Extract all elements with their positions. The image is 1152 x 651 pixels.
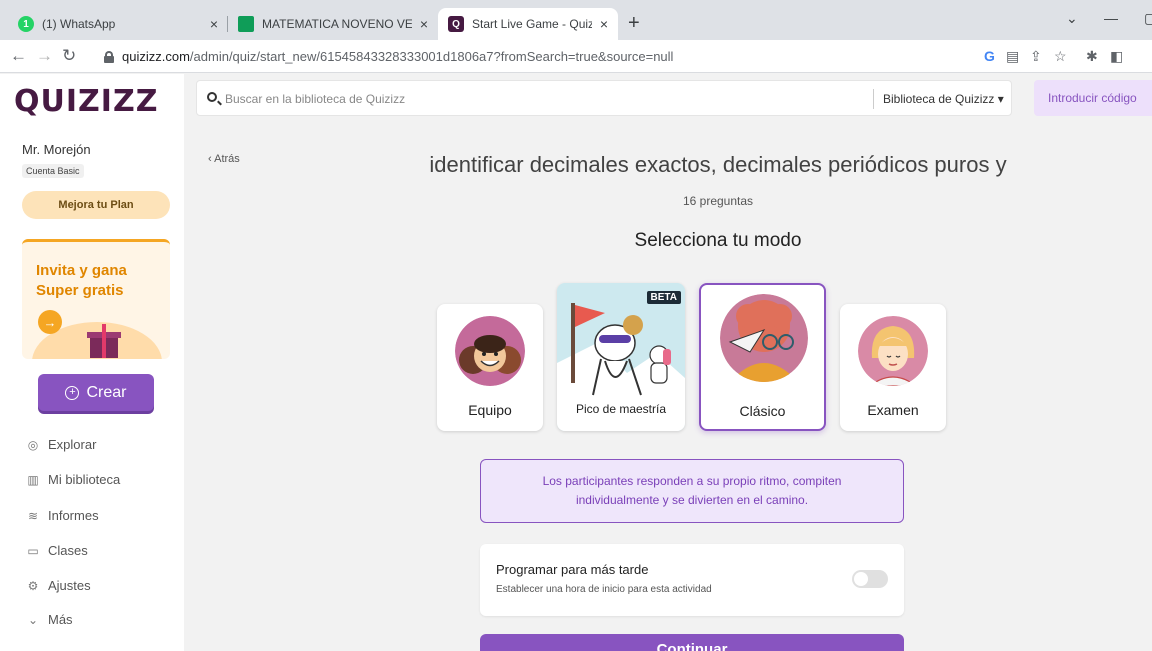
sidebar-item-informes[interactable]: ≋ Informes — [26, 508, 99, 523]
chevron-down-icon: ⌄ — [27, 612, 39, 627]
user-name: Mr. Morejón — [22, 142, 91, 157]
maximize-icon[interactable]: ▢ — [1144, 10, 1152, 27]
search-divider — [873, 89, 874, 109]
library-select[interactable]: Biblioteca de Quizizz ▾ — [883, 92, 1004, 106]
mode-card-clasico[interactable]: Clásico — [699, 283, 826, 431]
schedule-title: Programar para más tarde — [496, 562, 649, 577]
compass-icon: ◎ — [27, 437, 39, 452]
back-arrow-icon[interactable]: ← — [10, 46, 27, 66]
beta-badge: BETA — [646, 291, 681, 304]
sidebar-item-explorar[interactable]: ◎ Explorar — [26, 437, 97, 452]
schedule-panel: Programar para más tarde Establecer una … — [480, 544, 904, 616]
library-select-label: Biblioteca de Quizizz — [883, 92, 995, 106]
close-tab-icon[interactable]: × — [600, 16, 608, 32]
browser-tab-bar: 1 (1) WhatsApp × MATEMATICA NOVENO VESPE… — [0, 0, 1152, 40]
invite-promo-card[interactable]: Invita y gana Super gratis → — [22, 239, 170, 359]
back-label: Atrás — [214, 153, 240, 165]
search-bar[interactable]: Buscar en la biblioteca de Quizizz Bibli… — [196, 80, 1012, 116]
team-illustration — [455, 316, 525, 386]
browser-tab-whatsapp[interactable]: 1 (1) WhatsApp × — [8, 8, 228, 40]
quizizz-logo[interactable]: QUIZIZZ — [14, 84, 158, 119]
search-input[interactable]: Buscar en la biblioteca de Quizizz — [225, 92, 405, 106]
library-icon: ▥ — [27, 472, 39, 487]
description-line-1: Los participantes responden a su propio … — [542, 474, 842, 488]
toggle-knob — [854, 572, 868, 586]
description-line-2: individualmente y se divierten en el cam… — [575, 493, 809, 507]
create-button[interactable]: + Crear — [38, 374, 154, 411]
mode-card-equipo[interactable]: Equipo — [437, 304, 543, 431]
sidebar-item-mi-biblioteca[interactable]: ▥ Mi biblioteca — [26, 472, 120, 487]
sidebar-item-label: Informes — [48, 508, 99, 523]
tab-search-icon[interactable]: ⌄ — [1066, 10, 1078, 27]
promo-title-line2: Super gratis — [36, 282, 124, 299]
mode-label: Clásico — [739, 403, 786, 419]
forward-arrow-icon[interactable]: → — [36, 46, 53, 66]
quiz-title: identificar decimales exactos, decimales… — [429, 152, 1007, 177]
close-tab-icon[interactable]: × — [210, 16, 218, 32]
gear-icon: ⚙ — [27, 578, 39, 593]
create-label: Crear — [86, 383, 127, 401]
account-type-badge: Cuenta Basic — [22, 164, 84, 178]
exam-illustration — [858, 316, 928, 386]
mode-label: Pico de maestría — [575, 402, 667, 416]
sidebar: QUIZIZZ Mr. Morejón Cuenta Basic Mejora … — [0, 74, 184, 651]
extensions-icon[interactable]: ✱ — [1086, 48, 1098, 65]
side-panel-icon[interactable]: ◧ — [1110, 48, 1123, 65]
url-path: /admin/quiz/start_new/61545843328333001d… — [189, 49, 674, 64]
reload-icon[interactable]: ↻ — [62, 46, 76, 66]
sidebar-item-label: Mi biblioteca — [48, 472, 121, 487]
back-link[interactable]: ‹ Atrás — [208, 153, 240, 165]
translate-icon[interactable]: ▤ — [1006, 48, 1019, 65]
url-host: quizizz.com — [122, 49, 190, 64]
browser-toolbar: ← → ↻ quizizz.com/admin/quiz/start_new/6… — [0, 40, 1152, 73]
tab-title: (1) WhatsApp — [42, 17, 116, 31]
mode-description: Los participantes responden a su propio … — [480, 459, 904, 523]
browser-tab-classroom[interactable]: MATEMATICA NOVENO VESPERT × — [228, 8, 438, 40]
sidebar-item-ajustes[interactable]: ⚙ Ajustes — [26, 578, 91, 593]
tab-title: Start Live Game - Quizizz — [472, 17, 592, 31]
mode-card-pico-de-maestria[interactable]: BETA Pico de maestría — [557, 283, 685, 431]
bookmark-star-icon[interactable]: ☆ — [1054, 48, 1067, 65]
lock-icon — [104, 50, 114, 63]
minimize-icon[interactable]: — — [1104, 10, 1118, 26]
sidebar-item-label: Explorar — [48, 437, 97, 452]
classes-icon: ▭ — [27, 543, 39, 558]
close-tab-icon[interactable]: × — [420, 16, 428, 32]
google-icon[interactable]: G — [984, 48, 995, 64]
chevron-left-icon: ‹ — [208, 153, 212, 165]
whatsapp-icon: 1 — [18, 16, 34, 32]
app: QUIZIZZ Mr. Morejón Cuenta Basic Mejora … — [0, 74, 1152, 651]
mode-heading: Selecciona tu modo — [634, 230, 802, 251]
enter-code-button[interactable]: Introducir código — [1034, 80, 1152, 116]
upgrade-plan-button[interactable]: Mejora tu Plan — [22, 191, 170, 219]
caret-down-icon: ▾ — [997, 92, 1004, 106]
share-icon[interactable]: ⇪ — [1030, 48, 1042, 65]
sidebar-item-mas[interactable]: ⌄ Más — [26, 612, 73, 627]
mode-card-examen[interactable]: Examen — [840, 304, 946, 431]
search-icon — [207, 92, 217, 102]
gift-icon — [87, 324, 121, 358]
classic-illustration — [720, 294, 808, 382]
main-content: Buscar en la biblioteca de Quizizz Bibli… — [184, 74, 1152, 651]
schedule-toggle[interactable] — [852, 570, 888, 588]
mode-label: Examen — [867, 402, 919, 418]
classroom-icon — [238, 16, 254, 32]
mode-label: Equipo — [468, 402, 512, 418]
schedule-subtitle: Establecer una hora de inicio para esta … — [496, 584, 712, 595]
sidebar-item-label: Clases — [48, 543, 88, 558]
plus-circle-icon: + — [65, 385, 80, 400]
sidebar-item-label: Ajustes — [48, 578, 91, 593]
continue-button[interactable]: Continuar — [480, 634, 904, 651]
browser-tab-quizizz[interactable]: Q Start Live Game - Quizizz × — [438, 8, 618, 40]
reports-icon: ≋ — [27, 508, 39, 523]
sidebar-item-label: Más — [48, 612, 73, 627]
new-tab-button[interactable]: + — [628, 12, 640, 35]
quizizz-icon: Q — [448, 16, 464, 32]
arrow-right-icon[interactable]: → — [38, 310, 62, 334]
sidebar-item-clases[interactable]: ▭ Clases — [26, 543, 88, 558]
tab-title: MATEMATICA NOVENO VESPERT — [262, 17, 412, 31]
promo-title-line1: Invita y gana — [36, 262, 127, 279]
question-count: 16 preguntas — [682, 194, 754, 208]
